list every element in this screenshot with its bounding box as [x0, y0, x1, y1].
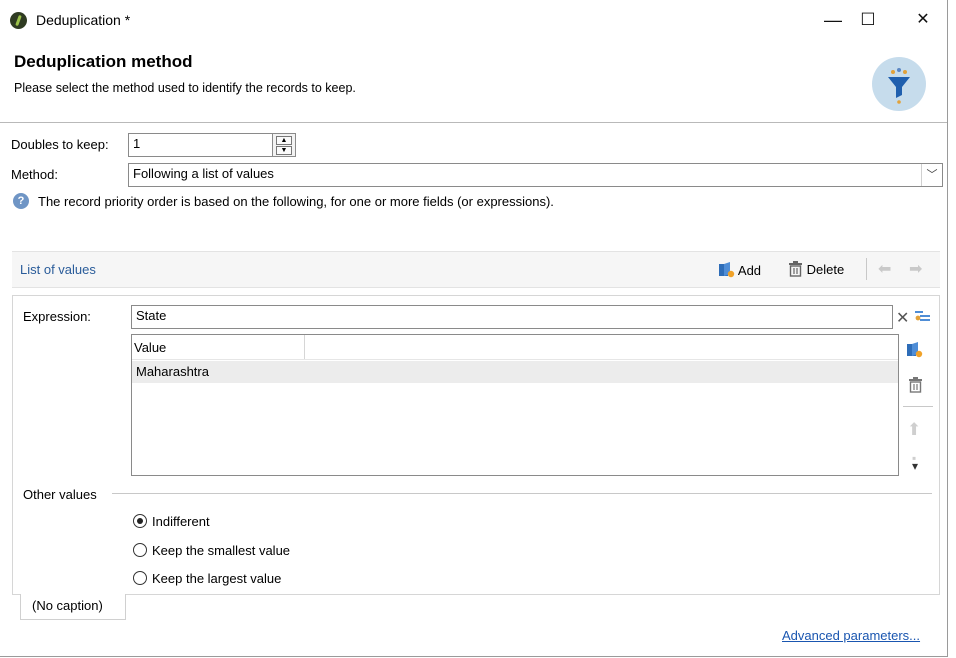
move-right-icon[interactable]: ➡ — [909, 259, 922, 279]
move-left-icon[interactable]: ⬅ — [878, 259, 891, 279]
expression-input[interactable]: State — [131, 305, 893, 329]
add-button[interactable]: Add — [718, 261, 761, 278]
move-up-icon[interactable]: ⬆ — [907, 420, 921, 440]
toolbar-divider — [866, 258, 867, 280]
page-title: Deduplication method — [14, 52, 193, 71]
tools-divider — [903, 406, 933, 407]
doubles-label: Doubles to keep: — [11, 137, 109, 152]
tab-label: (No caption) — [32, 598, 103, 613]
list-item-label: Maharashtra — [136, 364, 209, 379]
radio-smallest-label[interactable]: Keep the smallest value — [152, 543, 290, 558]
other-values-divider — [112, 493, 932, 494]
move-down-icon[interactable]: ▪ ▾ — [912, 452, 918, 472]
doubles-input[interactable]: 1 — [128, 133, 273, 157]
method-value: Following a list of values — [133, 166, 274, 181]
info-text: The record priority order is based on th… — [38, 194, 554, 209]
page-subtitle: Please select the method used to identif… — [14, 81, 356, 95]
close-button[interactable]: ✕ — [900, 0, 946, 40]
stepper-up-icon[interactable]: ▲ — [276, 136, 292, 145]
clear-icon[interactable]: ✕ — [896, 308, 909, 328]
section-title: List of values — [20, 262, 96, 277]
chevron-down-icon[interactable]: ﹀ — [921, 164, 942, 186]
radio-indifferent[interactable] — [133, 514, 147, 528]
column-separator[interactable] — [304, 335, 305, 359]
window-title: Deduplication * — [36, 12, 131, 28]
add-label: Add — [737, 263, 762, 278]
list-item[interactable]: Maharashtra — [132, 361, 898, 383]
add-icon — [719, 262, 735, 278]
maximize-button[interactable]: ☐ — [845, 0, 891, 40]
list-of-values-bar: List of values Add Delete ⬅ ➡ — [12, 251, 940, 288]
delete-button[interactable]: Delete — [788, 261, 844, 277]
advanced-parameters-link[interactable]: Advanced parameters... — [782, 628, 920, 643]
delete-label: Delete — [806, 262, 845, 277]
column-header-value: Value — [134, 340, 167, 355]
stepper-down-icon[interactable]: ▼ — [276, 146, 292, 155]
method-select[interactable]: Following a list of values ﹀ — [128, 163, 943, 187]
doubles-stepper[interactable]: ▲ ▼ — [272, 133, 296, 157]
radio-largest-label[interactable]: Keep the largest value — [152, 571, 281, 586]
radio-indifferent-label[interactable]: Indifferent — [152, 514, 210, 529]
app-icon — [10, 12, 27, 29]
dialog-window: Deduplication * — ☐ ✕ Deduplication meth… — [0, 0, 948, 657]
expression-editor-icon[interactable] — [915, 309, 931, 326]
add-value-icon[interactable] — [906, 341, 923, 361]
title-bar: Deduplication * — ☐ ✕ — [0, 0, 947, 40]
tab-no-caption[interactable]: (No caption) — [20, 594, 126, 620]
values-list[interactable]: Value Maharashtra — [131, 334, 899, 476]
column-header: Value — [132, 335, 898, 360]
radio-largest[interactable] — [133, 571, 147, 585]
help-info-icon: ? — [13, 193, 29, 209]
expression-label: Expression: — [23, 309, 91, 324]
dialog-header: Deduplication method Please select the m… — [0, 40, 947, 123]
other-values-label: Other values — [23, 487, 97, 502]
delete-value-icon[interactable] — [908, 377, 923, 396]
funnel-dedup-icon — [872, 57, 926, 111]
method-label: Method: — [11, 167, 58, 182]
trash-icon — [789, 261, 802, 277]
radio-smallest[interactable] — [133, 543, 147, 557]
